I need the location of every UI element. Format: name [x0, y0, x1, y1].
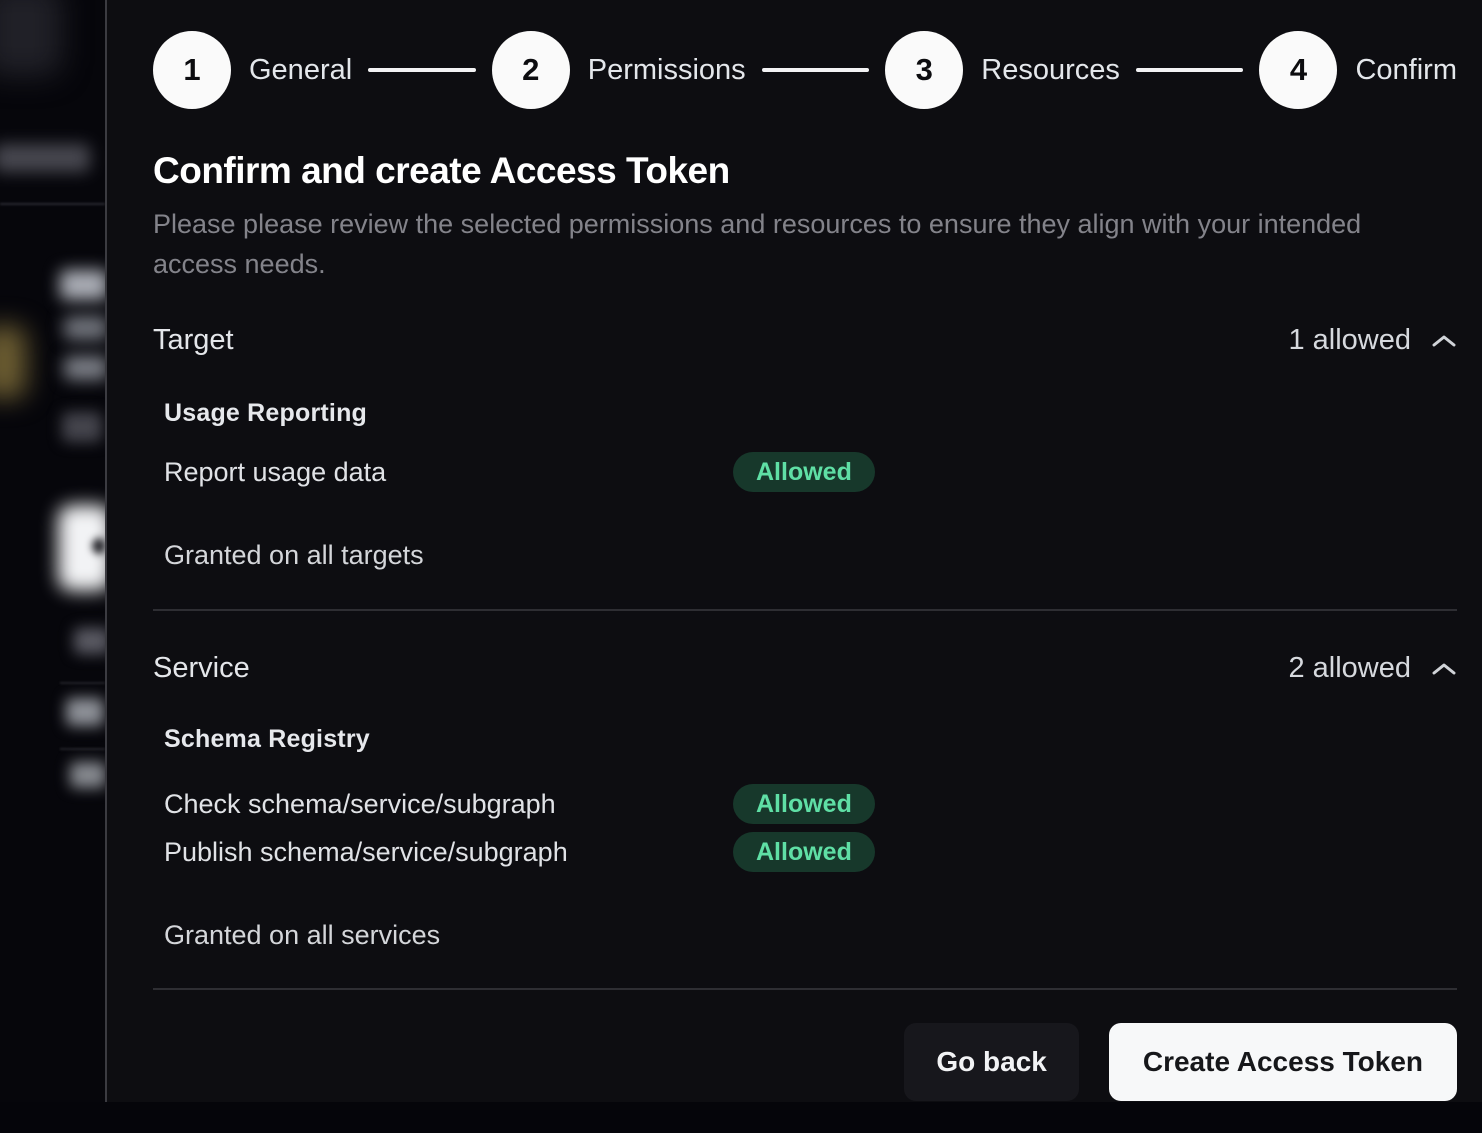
- permission-label: Report usage data: [164, 457, 733, 488]
- step-number: 3: [916, 52, 933, 88]
- step-label: General: [249, 54, 352, 87]
- chevron-up-icon: [1431, 661, 1457, 677]
- stepper-step-permissions[interactable]: 2 Permissions: [492, 31, 746, 109]
- modal-content: 1 General 2 Permissions 3 Resources: [107, 31, 1482, 1133]
- create-access-token-modal: 1 General 2 Permissions 3 Resources: [107, 0, 1482, 1102]
- section-title: Service: [153, 652, 250, 685]
- wizard-stepper: 1 General 2 Permissions 3 Resources: [153, 31, 1457, 109]
- section-title: Target: [153, 324, 234, 357]
- service-section: Service 2 allowed Schema Registry Check …: [153, 652, 1457, 951]
- step-number: 1: [183, 52, 200, 88]
- step-label: Permissions: [588, 54, 746, 87]
- service-collapse-toggle[interactable]: 2 allowed: [1288, 652, 1457, 685]
- footer-divider: [153, 988, 1457, 990]
- background-page-blurred: [0, 0, 105, 1102]
- blurred-text-fragment: [60, 270, 105, 300]
- stepper-connector: [368, 68, 476, 72]
- status-badge: Allowed: [733, 784, 875, 824]
- step-label: Resources: [981, 54, 1120, 87]
- blurred-divider: [60, 748, 105, 750]
- blurred-text-fragment: [64, 356, 105, 380]
- granted-note: Granted on all targets: [164, 540, 1457, 571]
- blurred-text-fragment: [64, 316, 105, 340]
- stepper-connector: [762, 68, 870, 72]
- permission-group-title: Schema Registry: [164, 725, 1457, 754]
- step-number-circle: 3: [885, 31, 963, 109]
- permission-rows: Check schema/service/subgraph Allowed Pu…: [164, 780, 1457, 876]
- allowed-count: 1 allowed: [1288, 324, 1411, 357]
- target-section: Target 1 allowed Usage Reporting Report …: [153, 324, 1457, 571]
- stepper-connector: [1136, 68, 1244, 72]
- permission-row: Check schema/service/subgraph Allowed: [164, 780, 1457, 828]
- granted-note: Granted on all services: [164, 920, 1457, 951]
- service-section-header: Service 2 allowed: [153, 652, 1457, 685]
- go-back-button[interactable]: Go back: [904, 1023, 1078, 1101]
- chevron-up-icon: [1431, 333, 1457, 349]
- permission-group: Usage Reporting Report usage data Allowe…: [153, 399, 1457, 571]
- blurred-accent-blob: [0, 326, 26, 398]
- allowed-count: 2 allowed: [1288, 652, 1411, 685]
- section-divider: [153, 609, 1457, 611]
- blurred-card-glyph: [92, 538, 105, 554]
- target-collapse-toggle[interactable]: 1 allowed: [1288, 324, 1457, 357]
- modal-footer: Go back Create Access Token: [153, 1023, 1457, 1101]
- blurred-divider: [0, 203, 105, 205]
- blurred-text-fragment: [66, 698, 104, 726]
- permission-label: Publish schema/service/subgraph: [164, 837, 733, 868]
- status-badge: Allowed: [733, 452, 875, 492]
- create-access-token-button[interactable]: Create Access Token: [1109, 1023, 1457, 1101]
- page-title: Confirm and create Access Token: [153, 151, 1457, 191]
- step-number: 4: [1290, 52, 1307, 88]
- step-label: Confirm: [1355, 54, 1457, 87]
- blurred-nav-label: [0, 144, 90, 172]
- blurred-text-fragment: [74, 628, 105, 654]
- step-number-circle: 2: [492, 31, 570, 109]
- step-number: 2: [522, 52, 539, 88]
- permission-row: Report usage data Allowed: [164, 448, 1457, 496]
- blurred-text-fragment: [70, 762, 105, 788]
- status-badge: Allowed: [733, 832, 875, 872]
- permission-row: Publish schema/service/subgraph Allowed: [164, 828, 1457, 876]
- step-number-circle: 4: [1259, 31, 1337, 109]
- permission-label: Check schema/service/subgraph: [164, 789, 733, 820]
- blurred-logo-blob: [0, 0, 62, 76]
- permission-group-title: Usage Reporting: [164, 399, 1457, 428]
- blurred-icon-fragment: [62, 412, 102, 442]
- page-subtitle: Please please review the selected permis…: [153, 204, 1393, 284]
- stepper-step-resources[interactable]: 3 Resources: [885, 31, 1120, 109]
- blurred-divider: [60, 682, 105, 684]
- step-number-circle: 1: [153, 31, 231, 109]
- permission-group: Schema Registry Check schema/service/sub…: [153, 725, 1457, 951]
- target-section-header: Target 1 allowed: [153, 324, 1457, 357]
- stepper-step-confirm[interactable]: 4 Confirm: [1259, 31, 1457, 109]
- permission-rows: Report usage data Allowed: [164, 448, 1457, 496]
- stepper-step-general[interactable]: 1 General: [153, 31, 352, 109]
